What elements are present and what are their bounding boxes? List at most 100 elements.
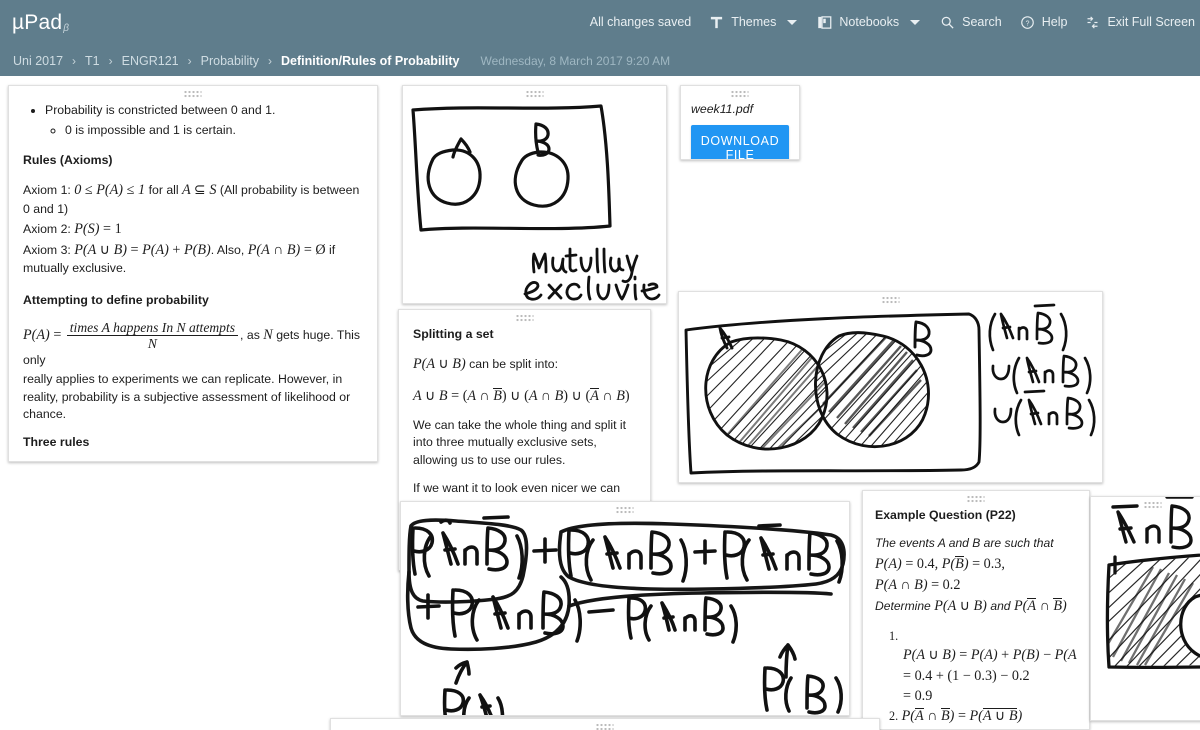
notebooks-label: Notebooks	[839, 15, 900, 30]
step-2-number: 2.	[889, 708, 899, 723]
drag-handle[interactable]	[596, 723, 614, 730]
axiom-2-math: P(S) = 1	[74, 220, 122, 237]
splitting-line-1-tail: can be split into:	[469, 357, 558, 372]
drag-handle[interactable]	[526, 90, 543, 99]
example-question: The events A and B are such that P(A) = …	[875, 535, 1077, 616]
example-and-label: and	[990, 598, 1011, 613]
notebooks-icon	[817, 15, 832, 30]
drag-handle[interactable]	[184, 90, 202, 99]
breadcrumb-separator: ›	[108, 53, 113, 68]
axiom-3-math2: P(A ∩ B) = Ø	[247, 242, 326, 259]
example-q-line-4: Determine P(A ∪ B) and P(A ∩ B)	[875, 597, 1067, 614]
drag-handle[interactable]	[967, 495, 985, 504]
step-1-line-1: P(A ∪ B) = P(A) + P(B) − P(A ∩ B)	[903, 647, 1077, 664]
note-element-partial-bottom[interactable]	[330, 718, 880, 730]
example-q-line-1: The events A and B are such that	[875, 536, 1054, 551]
splitting-line-2: A ∪ B = (A ∩ B) ∪ (A ∩ B) ∪ (A ∩ B)	[413, 386, 636, 406]
step-1-line-2: = 0.4 + (1 − 0.3) − 0.2	[903, 667, 1030, 684]
drag-handle[interactable]	[731, 90, 749, 99]
help-button[interactable]: ? Help	[1011, 0, 1077, 45]
axiom-2: Axiom 2: P(S) = 1	[23, 219, 363, 239]
chevron-down-icon[interactable]	[787, 20, 798, 25]
definition-formula-block: P(A) = times A happens In N attempts N ,…	[23, 320, 363, 369]
drag-handle[interactable]	[882, 296, 899, 305]
exit-fullscreen-icon	[1085, 15, 1100, 30]
note-element-rules[interactable]: Probability is constricted between 0 and…	[8, 85, 378, 462]
breadcrumb-separator: ›	[187, 53, 192, 68]
app-header: µPadβ All changes saved Themes Notebooks	[0, 0, 1200, 45]
note-element-drawing-venn[interactable]	[678, 291, 1103, 483]
step-1-line-3: = 0.9	[903, 687, 933, 704]
search-button[interactable]: Search	[931, 0, 1011, 45]
list-item: 0 is impossible and 1 is certain.	[65, 122, 363, 139]
breadcrumb: Uni 2017 › T1 › ENGR121 › Probability › …	[0, 45, 1200, 76]
step-2-line-1-row: 2. P(A ∩ B) = P(A ∪ B)	[889, 706, 1077, 726]
save-status: All changes saved	[581, 0, 700, 45]
breadcrumb-item-course[interactable]: ENGR121	[115, 54, 186, 68]
note-element-drawing-mutually-exclusive[interactable]	[402, 85, 667, 304]
drag-handle[interactable]	[616, 506, 634, 515]
note-element-file[interactable]: week11.pdf DOWNLOAD FILE	[680, 85, 800, 160]
step-2-lines: = 1 − P(A ∪ B) = 1 − 0.9 = 0.1	[889, 726, 1077, 729]
note-element-drawing-complement[interactable]	[1090, 496, 1200, 721]
exit-fullscreen-button[interactable]: Exit Full Screen	[1076, 0, 1200, 45]
example-determine-label: Determine	[875, 598, 931, 613]
axiom-3-math: P(A ∪ B) = P(A) + P(B)	[74, 242, 211, 259]
note-element-example-question[interactable]: Example Question (P22) The events A and …	[862, 490, 1090, 730]
definition-denominator: N	[66, 335, 239, 351]
themes-label: Themes	[731, 15, 777, 30]
rules-note-body: Probability is constricted between 0 and…	[9, 86, 377, 461]
breadcrumb-item-notebook[interactable]: Uni 2017	[6, 54, 70, 68]
definition-tail-n: N	[263, 327, 273, 344]
definition-lhs: P(A) =	[23, 327, 62, 344]
search-icon	[940, 15, 955, 30]
axiom-1-label: Axiom 1:	[23, 183, 71, 198]
help-label: Help	[1041, 15, 1068, 30]
drag-handle[interactable]	[1144, 501, 1162, 510]
splitting-para-1: We can take the whole thing and split it…	[413, 417, 627, 467]
example-solution: 1. P(A ∪ B) = P(A) + P(B) − P(A ∩ B) = 0…	[875, 628, 1077, 729]
file-name: week11.pdf	[691, 102, 753, 116]
theme-icon	[709, 15, 724, 30]
themes-button[interactable]: Themes	[700, 0, 808, 45]
example-q-line-2: P(A) = 0.4, P(B) = 0.3,	[875, 555, 1005, 572]
search-label: Search	[962, 15, 1002, 30]
example-body: Example Question (P22) The events A and …	[863, 491, 1089, 729]
step-2-line-1: P(A ∩ B) = P(A ∪ B)	[901, 707, 1023, 724]
definition-tail-1: , as	[240, 328, 260, 343]
splitting-heading: Splitting a set	[413, 327, 494, 341]
notebooks-button[interactable]: Notebooks	[808, 0, 931, 45]
brand-text: µPad	[12, 10, 63, 34]
axiom-1: Axiom 1: 0 ≤ P(A) ≤ 1 for all A ⊆ S (All…	[23, 180, 363, 218]
complement-intersection-sketch	[1105, 497, 1200, 670]
definition-numerator: times A happens In N attempts	[69, 320, 236, 336]
definition-paragraph: really applies to experiments we can rep…	[23, 372, 351, 421]
three-rules-heading: Three rules	[23, 435, 90, 450]
breadcrumb-separator: ›	[72, 53, 77, 68]
note-timestamp: Wednesday, 8 March 2017 9:20 AM	[480, 53, 671, 68]
brand-beta: β	[63, 22, 70, 34]
axiom-3-label: Axiom 3:	[23, 243, 71, 258]
download-file-button[interactable]: DOWNLOAD FILE	[691, 125, 789, 159]
splitting-body: Splitting a set P(A ∪ B) can be split in…	[399, 310, 650, 527]
mutually-exclusive-sketch	[411, 104, 661, 301]
splitting-line-1: P(A ∪ B) can be split into:	[413, 354, 636, 374]
bullet-text: Probability is constricted between 0 and…	[45, 103, 276, 117]
definition-fraction: times A happens In N attempts N	[66, 320, 239, 351]
example-heading: Example Question (P22)	[875, 508, 1016, 522]
splitting-line-1-math: P(A ∪ B)	[413, 356, 466, 373]
drag-handle[interactable]	[516, 314, 533, 323]
note-canvas[interactable]: Probability is constricted between 0 and…	[0, 76, 1200, 730]
probability-bullets: Probability is constricted between 0 and…	[23, 102, 363, 140]
axiom-2-label: Axiom 2:	[23, 221, 71, 236]
breadcrumb-item-trimester[interactable]: T1	[78, 54, 107, 68]
bullet-text: 0 is impossible and 1 is certain.	[65, 123, 236, 138]
probability-subbullets: 0 is impossible and 1 is certain.	[45, 122, 363, 139]
chevron-down-icon[interactable]	[910, 20, 921, 25]
breadcrumb-item-section[interactable]: Probability	[194, 54, 266, 68]
breadcrumb-item-note[interactable]: Definition/Rules of Probability	[274, 54, 466, 68]
define-heading: Attempting to define probability	[23, 292, 209, 307]
note-element-drawing-equation[interactable]	[400, 501, 850, 716]
venn-union-sketch	[684, 303, 1096, 475]
probability-expansion-sketch	[405, 515, 846, 715]
